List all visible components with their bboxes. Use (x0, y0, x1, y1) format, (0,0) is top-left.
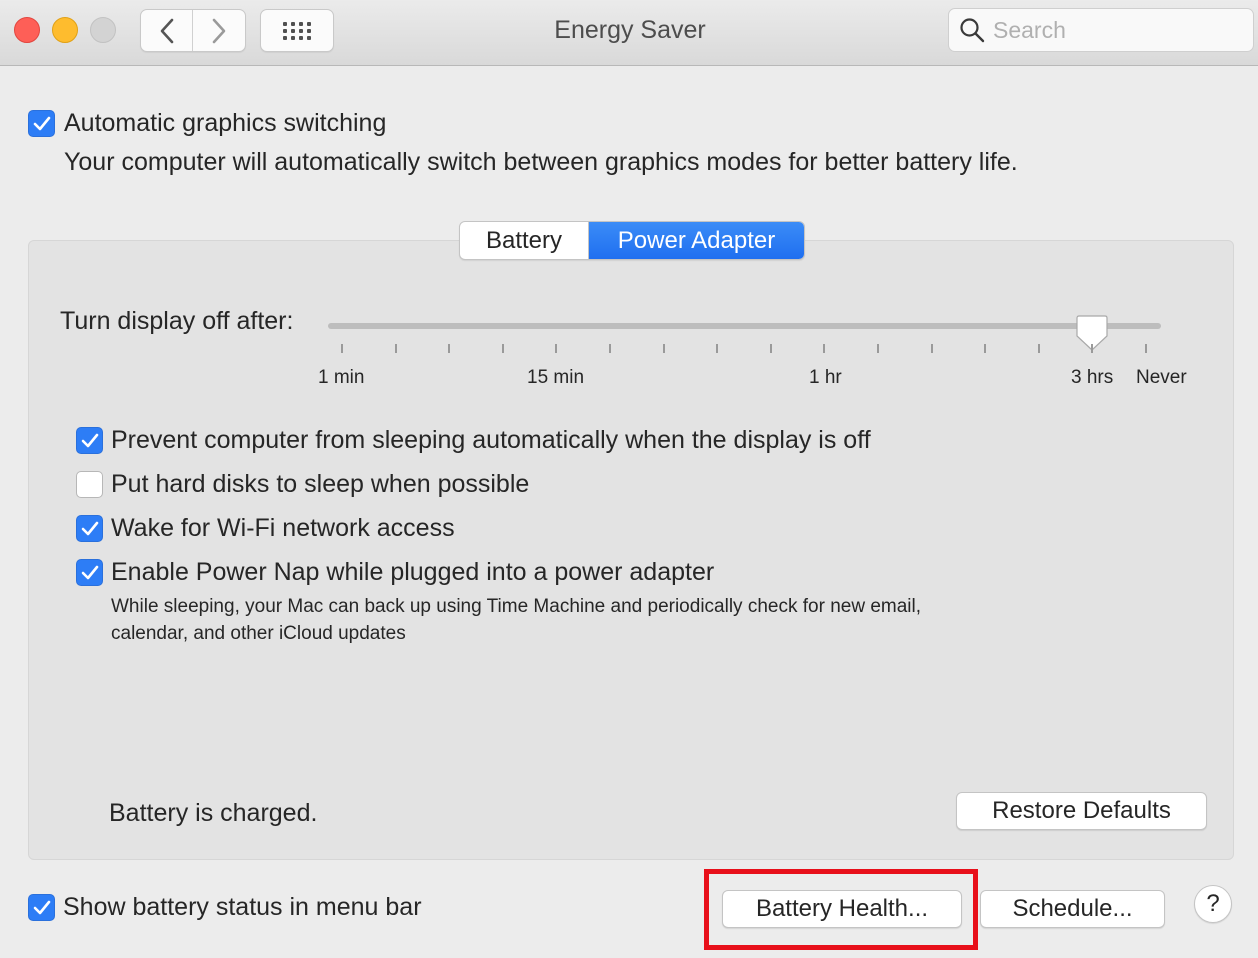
title-bar: Energy Saver (0, 0, 1258, 66)
search-field[interactable] (948, 8, 1254, 52)
tick-label: Never (1136, 367, 1187, 388)
power-source-tabs: Battery Power Adapter (459, 221, 805, 260)
wake-wifi-label: Wake for Wi-Fi network access (111, 514, 455, 542)
show-battery-status-checkbox[interactable] (28, 894, 55, 921)
slider-tick (877, 344, 879, 353)
checkmark-icon (81, 565, 98, 579)
slider-tick (448, 344, 450, 353)
search-input[interactable] (993, 16, 1243, 44)
grid-icon (283, 21, 311, 40)
restore-defaults-button[interactable]: Restore Defaults (956, 792, 1207, 830)
display-off-label: Turn display off after: (60, 307, 294, 335)
slider-tick (555, 344, 557, 353)
slider-tick (931, 344, 933, 353)
power-nap-description-line2: calendar, and other iCloud updates (111, 623, 406, 644)
back-button[interactable] (141, 10, 194, 51)
navigation-buttons (140, 9, 246, 52)
checkmark-icon (33, 116, 50, 130)
wake-wifi-checkbox[interactable] (76, 515, 103, 542)
slider-tick (716, 344, 718, 353)
slider-tick (663, 344, 665, 353)
slider-tick (395, 344, 397, 353)
prevent-sleep-label: Prevent computer from sleeping automatic… (111, 426, 871, 454)
power-nap-description-line1: While sleeping, your Mac can back up usi… (111, 596, 922, 617)
checkmark-icon (81, 521, 98, 535)
battery-health-button[interactable]: Battery Health... (722, 890, 962, 928)
show-battery-status-label: Show battery status in menu bar (63, 893, 422, 921)
battery-status-text: Battery is charged. (109, 799, 318, 827)
tick-label: 1 min (318, 367, 365, 388)
slider-tick (823, 344, 825, 353)
schedule-button[interactable]: Schedule... (980, 890, 1165, 928)
slider-tick (984, 344, 986, 353)
checkmark-icon (81, 433, 98, 447)
hard-disk-sleep-checkbox[interactable] (76, 471, 103, 498)
chevron-right-icon (212, 18, 226, 43)
chevron-left-icon (160, 18, 173, 43)
automatic-graphics-description: Your computer will automatically switch … (64, 148, 1018, 176)
search-icon (960, 18, 985, 43)
power-nap-checkbox[interactable] (76, 559, 103, 586)
show-all-button[interactable] (260, 9, 334, 52)
tab-power-adapter[interactable]: Power Adapter (589, 222, 804, 259)
slider-tick (609, 344, 611, 353)
tick-label: 15 min (527, 367, 585, 388)
help-button[interactable]: ? (1194, 885, 1232, 923)
tab-battery[interactable]: Battery (460, 222, 589, 259)
slider-tick (502, 344, 504, 353)
checkmark-icon (33, 900, 50, 914)
slider-tick (341, 344, 343, 353)
slider-tick (1038, 344, 1040, 353)
zoom-window-button[interactable] (90, 17, 116, 43)
tick-label: 1 hr (809, 367, 842, 388)
automatic-graphics-label: Automatic graphics switching (64, 109, 387, 137)
minimize-window-button[interactable] (52, 17, 78, 43)
forward-button[interactable] (193, 10, 245, 51)
prevent-sleep-checkbox[interactable] (76, 427, 103, 454)
window-title: Energy Saver (554, 16, 706, 44)
slider-tick (1091, 344, 1093, 353)
slider-tick (770, 344, 772, 353)
slider-tick (1145, 344, 1147, 353)
close-window-button[interactable] (14, 17, 40, 43)
hard-disk-sleep-label: Put hard disks to sleep when possible (111, 470, 530, 498)
tick-label: 3 hrs (1071, 367, 1114, 388)
power-nap-label: Enable Power Nap while plugged into a po… (111, 558, 715, 586)
automatic-graphics-checkbox[interactable] (28, 110, 55, 137)
display-off-slider-track[interactable] (328, 323, 1161, 329)
